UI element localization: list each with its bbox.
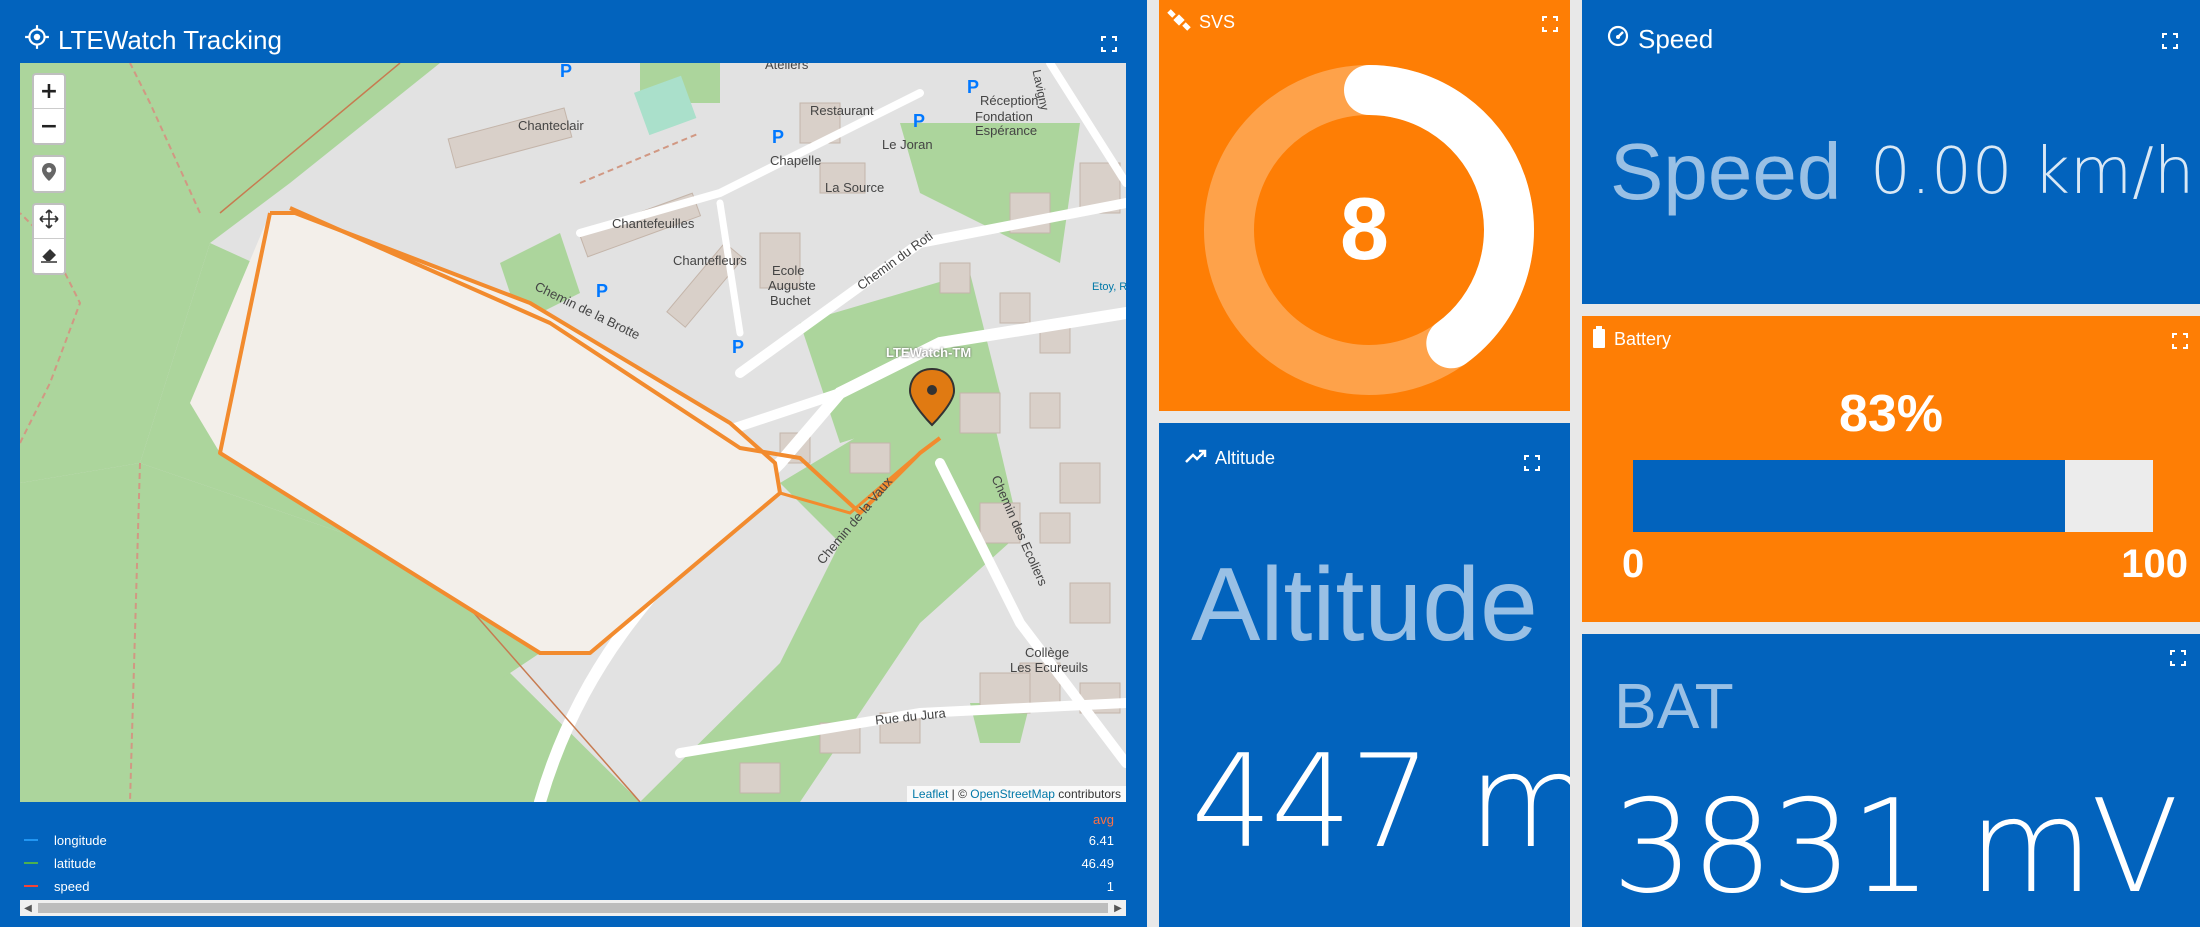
- map-label: La Source: [825, 180, 885, 195]
- altitude-label: Altitude: [1191, 547, 1538, 663]
- speed-title: Speed: [1638, 24, 1714, 54]
- map-attribution: Leaflet | © OpenStreetMap contributors: [907, 786, 1126, 802]
- fullscreen-icon[interactable]: [1524, 455, 1540, 471]
- scroll-left-arrow[interactable]: ◀: [20, 900, 36, 916]
- svs-title: SVS: [1199, 12, 1236, 32]
- satellite-icon: [1167, 8, 1191, 37]
- map-label: Chantefeuilles: [612, 216, 695, 231]
- speedometer-icon: [1606, 24, 1630, 55]
- svs-value: 8: [1340, 179, 1389, 278]
- map-label: Fondation: [975, 109, 1033, 124]
- zoom-in-button[interactable]: +: [34, 75, 64, 109]
- svg-text:P: P: [596, 281, 608, 301]
- fullscreen-icon[interactable]: [2170, 650, 2186, 666]
- legend-row[interactable]: latitude 46.49: [20, 853, 1126, 875]
- battery-bar-fill: [1633, 460, 2065, 532]
- legend-header: avg: [1093, 812, 1114, 827]
- speed-label: Speed: [1610, 127, 1842, 216]
- marker-label: LTEWatch-TM: [886, 345, 972, 360]
- locate-button[interactable]: [34, 157, 64, 191]
- erase-button[interactable]: [34, 239, 64, 273]
- map-label: Buchet: [770, 293, 811, 308]
- crosshair-icon: [24, 24, 50, 57]
- altitude-panel: Altitude Altitude 447 m: [1159, 423, 1570, 927]
- legend-name: latitude: [54, 856, 96, 871]
- edit-control: [32, 203, 66, 275]
- battery-max: 100: [2121, 542, 2188, 586]
- move-icon: [39, 208, 59, 235]
- zoom-control: + −: [32, 73, 66, 145]
- osm-link[interactable]: OpenStreetMap: [970, 787, 1055, 801]
- eraser-icon: [39, 244, 59, 269]
- leaflet-link[interactable]: Leaflet: [912, 787, 948, 801]
- map-label: Espérance: [975, 123, 1038, 138]
- battery-header: Battery: [1592, 326, 1671, 353]
- speed-header: Speed: [1606, 24, 1713, 55]
- legend-value: 1: [1106, 879, 1114, 894]
- legend-name: speed: [54, 879, 90, 894]
- legend-row[interactable]: speed 1: [20, 876, 1126, 898]
- speed-panel: Speed Speed 0.00 km/h: [1582, 0, 2200, 304]
- map-label: Le Joran: [882, 137, 933, 152]
- bat-panel: BAT 3831 mV: [1582, 634, 2200, 927]
- map-panel: LTEWatch Tracking P P P P P P Ateliers C…: [0, 0, 1147, 927]
- legend-row[interactable]: longitude 6.41: [20, 830, 1126, 852]
- map-tiles: P P P P P P: [20, 63, 1126, 802]
- battery-panel: Battery 83% 0 100: [1582, 316, 2200, 622]
- svg-text:P: P: [560, 63, 572, 81]
- map-pin-icon: [41, 162, 57, 187]
- battery-title: Battery: [1614, 329, 1672, 349]
- battery-bar: [1633, 460, 2153, 532]
- svs-panel: SVS 8: [1159, 0, 1570, 411]
- map-label: Etoy, R: [1092, 281, 1126, 293]
- speed-value: 0.00 km/h: [1870, 135, 2195, 209]
- legend-swatch: [24, 885, 38, 887]
- map-label: Chantеclair: [518, 118, 584, 133]
- map-label: Les Ecureuils: [1010, 660, 1089, 675]
- trending-up-icon: [1185, 448, 1207, 469]
- altitude-title: Altitude: [1215, 448, 1276, 468]
- svg-text:P: P: [913, 111, 925, 131]
- scroll-right-arrow[interactable]: ▶: [1110, 900, 1126, 916]
- horizontal-scrollbar[interactable]: ◀ ▶: [20, 900, 1126, 916]
- battery-min: 0: [1622, 542, 1645, 586]
- legend-value: 6.41: [1088, 833, 1114, 848]
- zoom-out-button[interactable]: −: [34, 109, 64, 143]
- map-label: Ecole: [772, 263, 805, 278]
- svg-text:P: P: [732, 337, 744, 357]
- legend-swatch: [24, 862, 38, 864]
- battery-value: 83%: [1838, 385, 1944, 443]
- bat-label: BAT: [1614, 670, 1734, 742]
- map-label: Chantefleurs: [673, 253, 747, 268]
- altitude-header: Altitude: [1185, 448, 1275, 469]
- map-label: Restaurant: [810, 103, 874, 118]
- map-label: Ateliers: [765, 63, 809, 72]
- legend-value: 46.49: [1081, 856, 1114, 871]
- legend-name: longitude: [54, 833, 107, 848]
- svs-header: SVS: [1167, 8, 1235, 37]
- fullscreen-icon[interactable]: [1101, 36, 1117, 52]
- map-panel-header: LTEWatch Tracking: [24, 24, 282, 57]
- map-label: Collège: [1025, 645, 1070, 660]
- svg-text:P: P: [772, 127, 784, 147]
- bat-value: 3831 mV: [1612, 773, 2179, 922]
- map-panel-title: LTEWatch Tracking: [58, 25, 282, 55]
- legend-swatch: [24, 839, 38, 841]
- map-label: Chapelle: [770, 153, 822, 168]
- pan-button[interactable]: [34, 205, 64, 239]
- chart-legend: avg longitude 6.41 latitude 46.49 speed …: [20, 812, 1126, 898]
- fullscreen-icon[interactable]: [1542, 16, 1558, 32]
- svg-text:P: P: [967, 77, 979, 97]
- battery-icon: [1592, 326, 1606, 353]
- altitude-value: 447 m: [1191, 728, 1570, 877]
- map-label: Réception: [980, 93, 1039, 108]
- fullscreen-icon[interactable]: [2162, 33, 2178, 49]
- scrollbar-thumb[interactable]: [38, 903, 1108, 913]
- locate-control: [32, 155, 66, 193]
- map-label: Auguste: [768, 278, 816, 293]
- fullscreen-icon[interactable]: [2172, 333, 2188, 349]
- map-view[interactable]: P P P P P P Ateliers Chantеclair Restaur…: [20, 63, 1126, 802]
